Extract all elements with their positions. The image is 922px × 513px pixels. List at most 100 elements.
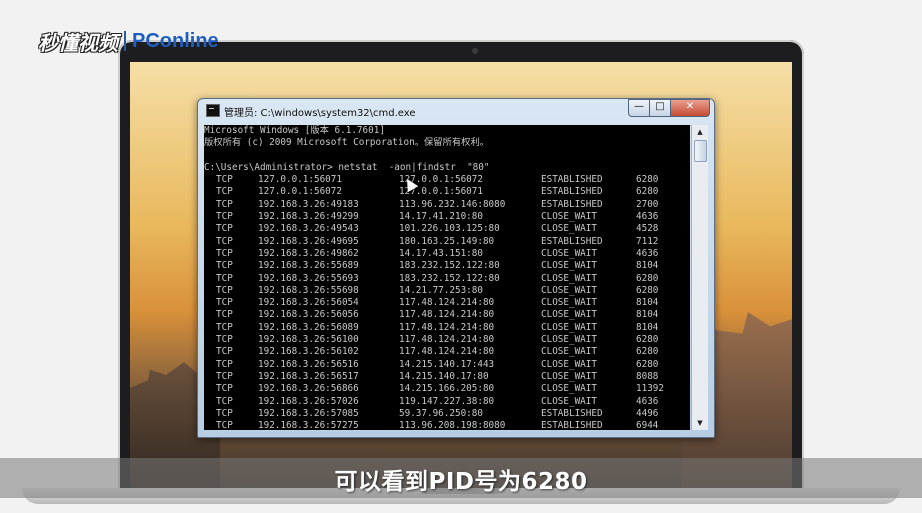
protocol-cell: TCP — [216, 370, 233, 382]
pid-cell: 6280 — [636, 186, 659, 198]
local-address-cell: 192.168.3.26:49862 — [258, 247, 359, 259]
foreign-address-cell: 117.48.124.214:80 — [399, 334, 495, 346]
pid-cell: 6280 — [636, 174, 659, 186]
protocol-cell: TCP — [216, 395, 233, 407]
subtitle-caption: 可以看到PID号为6280 — [334, 469, 588, 495]
netstat-row: TCP 192.168.3.26:56866 14.215.166.205:80 CL… — [204, 383, 690, 395]
pid-cell: 4528 — [636, 223, 659, 235]
pid-cell: 6280 — [636, 284, 659, 296]
foreign-address-cell: 117.48.124.214:80 — [399, 321, 495, 333]
state-cell: ESTABLISHED — [541, 420, 603, 430]
local-address-cell: 192.168.3.26:57275 — [258, 420, 359, 430]
state-cell: CLOSE_WAIT — [541, 334, 597, 346]
pid-cell: 6280 — [636, 272, 659, 284]
maximize-button[interactable]: □ — [649, 99, 671, 117]
foreign-address-cell: 101.226.103.125:80 — [399, 223, 500, 235]
protocol-cell: TCP — [216, 407, 233, 419]
state-cell: CLOSE_WAIT — [541, 309, 597, 321]
state-cell: ESTABLISHED — [541, 407, 603, 419]
state-cell: CLOSE_WAIT — [541, 284, 597, 296]
local-address-cell: 192.168.3.26:57026 — [258, 395, 359, 407]
foreign-address-cell: 119.147.227.38:80 — [399, 395, 495, 407]
pid-cell: 8104 — [636, 297, 659, 309]
scroll-thumb[interactable] — [694, 140, 707, 162]
window-title-bar[interactable]: 管理员: C:\windows\system32\cmd.exe — □ ✕ — [198, 99, 714, 121]
protocol-cell: TCP — [216, 297, 233, 309]
pid-cell: 2700 — [636, 198, 659, 210]
local-address-cell: 192.168.3.26:49183 — [258, 198, 359, 210]
protocol-cell: TCP — [216, 247, 233, 259]
foreign-address-cell: 14.21.77.253:80 — [399, 284, 483, 296]
console-output[interactable]: Microsoft Windows [版本 6.1.7601] 版权所有 (c)… — [204, 125, 690, 430]
netstat-row: TCP 192.168.3.26:55698 14.21.77.253:80 CLOS… — [204, 285, 690, 297]
netstat-row: TCP 192.168.3.26:49183 113.96.232.146:8080… — [204, 199, 690, 211]
state-cell: CLOSE_WAIT — [541, 272, 597, 284]
scroll-down-icon[interactable]: ▼ — [692, 416, 708, 430]
local-address-cell: 192.168.3.26:56054 — [258, 297, 359, 309]
local-address-cell: 192.168.3.26:56516 — [258, 358, 359, 370]
protocol-cell: TCP — [216, 383, 233, 395]
console-banner-version: Microsoft Windows [版本 6.1.7601] — [204, 125, 385, 136]
cmd-app-icon[interactable] — [206, 104, 220, 117]
foreign-address-cell: 183.232.152.122:80 — [399, 272, 500, 284]
local-address-cell: 192.168.3.26:56517 — [258, 370, 359, 382]
foreign-address-cell: 59.37.96.250:80 — [399, 407, 483, 419]
state-cell: CLOSE_WAIT — [541, 370, 597, 382]
close-button[interactable]: ✕ — [670, 99, 710, 117]
pid-cell: 8104 — [636, 321, 659, 333]
pid-cell: 6944 — [636, 420, 659, 430]
netstat-row: TCP 192.168.3.26:49862 14.17.43.151:80 CLOS… — [204, 248, 690, 260]
foreign-address-cell: 14.215.140.17:80 — [399, 370, 489, 382]
pid-cell: 4636 — [636, 211, 659, 223]
netstat-row: TCP 192.168.3.26:49543 101.226.103.125:80 C… — [204, 223, 690, 235]
local-address-cell: 192.168.3.26:55698 — [258, 284, 359, 296]
state-cell: CLOSE_WAIT — [541, 297, 597, 309]
netstat-row: TCP 192.168.3.26:49695 180.163.25.149:80 ES… — [204, 236, 690, 248]
netstat-row: TCP 127.0.0.1:56071 127.0.0.1:56072 ESTABLI… — [204, 174, 690, 186]
netstat-row: TCP 192.168.3.26:57275 113.96.208.198:8080… — [204, 420, 690, 430]
pid-cell: 4636 — [636, 247, 659, 259]
netstat-row: TCP 192.168.3.26:55689 183.232.152.122:80 C… — [204, 260, 690, 272]
state-cell: CLOSE_WAIT — [541, 395, 597, 407]
foreign-address-cell: 14.17.43.151:80 — [399, 247, 483, 259]
local-address-cell: 192.168.3.26:56089 — [258, 321, 359, 333]
local-address-cell: 192.168.3.26:49543 — [258, 223, 359, 235]
foreign-address-cell: 117.48.124.214:80 — [399, 309, 495, 321]
local-address-cell: 192.168.3.26:49299 — [258, 211, 359, 223]
watermark-brand: 秒懂视频 — [38, 30, 118, 55]
protocol-cell: TCP — [216, 223, 233, 235]
pid-cell: 8104 — [636, 309, 659, 321]
state-cell: ESTABLISHED — [541, 174, 603, 186]
console-banner-copyright: 版权所有 (c) 2009 Microsoft Corporation。保留所有… — [204, 137, 490, 149]
cmd-window[interactable]: 管理员: C:\windows\system32\cmd.exe — □ ✕ M… — [197, 98, 715, 438]
foreign-address-cell: 14.215.140.17:443 — [399, 358, 495, 370]
pid-cell: 6280 — [636, 358, 659, 370]
local-address-cell: 192.168.3.26:56056 — [258, 309, 359, 321]
local-address-cell: 192.168.3.26:56866 — [258, 383, 359, 395]
state-cell: CLOSE_WAIT — [541, 211, 597, 223]
protocol-cell: TCP — [216, 309, 233, 321]
protocol-cell: TCP — [216, 198, 233, 210]
scroll-up-icon[interactable]: ▲ — [692, 125, 708, 139]
netstat-row: TCP 192.168.3.26:57026 119.147.227.38:80 CL… — [204, 396, 690, 408]
netstat-row: TCP 192.168.3.26:56089 117.48.124.214:80 CL… — [204, 322, 690, 334]
protocol-cell: TCP — [216, 321, 233, 333]
netstat-row: TCP 192.168.3.26:56100 117.48.124.214:80 CL… — [204, 334, 690, 346]
webcam-icon — [472, 48, 478, 54]
watermark-site: PConline — [132, 29, 219, 52]
protocol-cell: TCP — [216, 284, 233, 296]
local-address-cell: 192.168.3.26:49695 — [258, 235, 359, 247]
netstat-row: TCP 192.168.3.26:56517 14.215.140.17:80 CLO… — [204, 371, 690, 383]
netstat-row: TCP 192.168.3.26:56056 117.48.124.214:80 CL… — [204, 309, 690, 321]
minimize-button[interactable]: — — [628, 99, 650, 117]
protocol-cell: TCP — [216, 358, 233, 370]
state-cell: CLOSE_WAIT — [541, 383, 597, 395]
netstat-row: TCP 192.168.3.26:57085 59.37.96.250:80 ESTA… — [204, 408, 690, 420]
vertical-scrollbar[interactable]: ▲ ▼ — [691, 125, 708, 430]
pid-cell: 4636 — [636, 395, 659, 407]
watermark-divider — [124, 31, 126, 51]
foreign-address-cell: 180.163.25.149:80 — [399, 235, 495, 247]
state-cell: ESTABLISHED — [541, 198, 603, 210]
foreign-address-cell: 183.232.152.122:80 — [399, 260, 500, 272]
